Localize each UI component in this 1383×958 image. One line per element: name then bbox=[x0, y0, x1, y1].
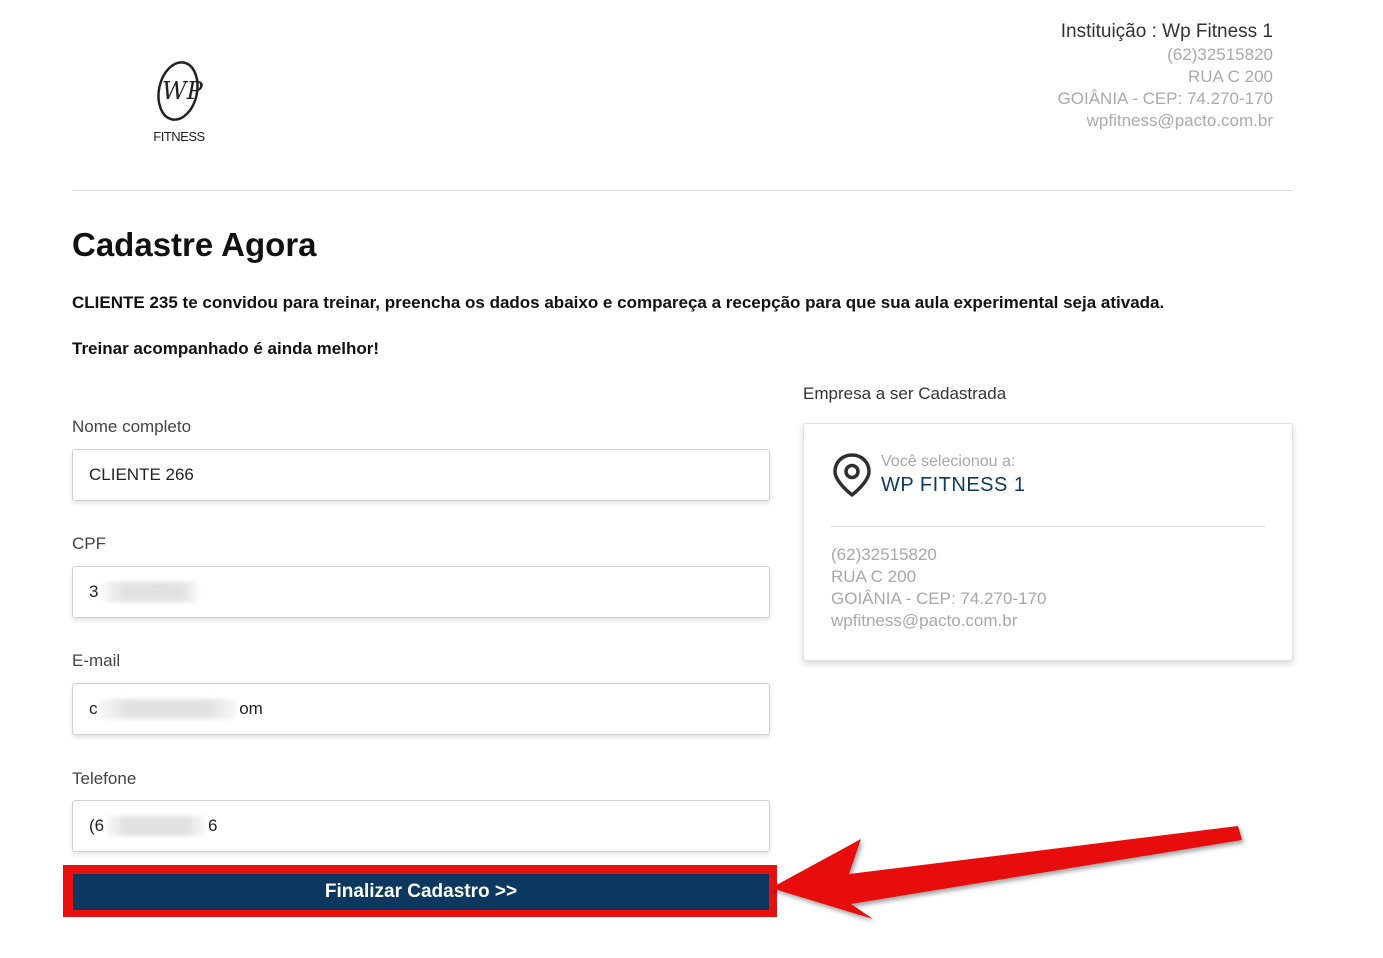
email-label: E-mail bbox=[72, 651, 121, 670]
institution-info: Instituição : Wp Fitness 1 (62)32515820 … bbox=[1058, 20, 1273, 132]
name-input[interactable] bbox=[72, 449, 770, 501]
selected-label: Você selecionou a: bbox=[881, 453, 1016, 470]
cpf-label: CPF bbox=[72, 534, 106, 553]
institution-email: wpfitness@pacto.com.br bbox=[1086, 111, 1273, 130]
map-pin-icon bbox=[831, 452, 873, 503]
phone-label: Telefone bbox=[72, 769, 137, 788]
page-title: Cadastre Agora bbox=[72, 226, 317, 263]
company-name: WP FITNESS 1 bbox=[881, 474, 1026, 496]
institution-address: RUA C 200 bbox=[1187, 67, 1273, 86]
finalize-signup-button[interactable]: Finalizar Cadastro >> bbox=[73, 874, 769, 910]
company-city: GOIÂNIA - CEP: 74.270-170 bbox=[831, 589, 1047, 608]
company-logo: WP FITNESS bbox=[150, 55, 210, 150]
company-card: Você selecionou a: WP FITNESS 1 (62)3251… bbox=[803, 423, 1293, 661]
name-label: Nome completo bbox=[72, 417, 192, 436]
institution-city: GOIÂNIA - CEP: 74.270-170 bbox=[1057, 89, 1273, 108]
logo-subtext: FITNESS bbox=[153, 129, 205, 144]
intro-text: CLIENTE 235 te convidou para treinar, pr… bbox=[72, 293, 1165, 312]
logo-text: WP bbox=[162, 77, 204, 105]
company-address: RUA C 200 bbox=[831, 567, 917, 586]
cpf-redaction bbox=[103, 582, 199, 602]
institution-phone: (62)32515820 bbox=[1167, 45, 1273, 64]
wp-logo-mark: WP bbox=[157, 61, 204, 121]
company-phone: (62)32515820 bbox=[831, 545, 937, 564]
intro-subtext: Treinar acompanhado é ainda melhor! bbox=[72, 339, 380, 358]
header-divider bbox=[72, 190, 1293, 191]
phone-redaction bbox=[106, 816, 206, 836]
institution-name: Instituição : Wp Fitness 1 bbox=[1060, 21, 1273, 42]
company-email: wpfitness@pacto.com.br bbox=[831, 611, 1018, 630]
company-section-label: Empresa a ser Cadastrada bbox=[803, 384, 1007, 403]
email-redaction bbox=[100, 699, 236, 719]
card-divider bbox=[831, 526, 1265, 527]
